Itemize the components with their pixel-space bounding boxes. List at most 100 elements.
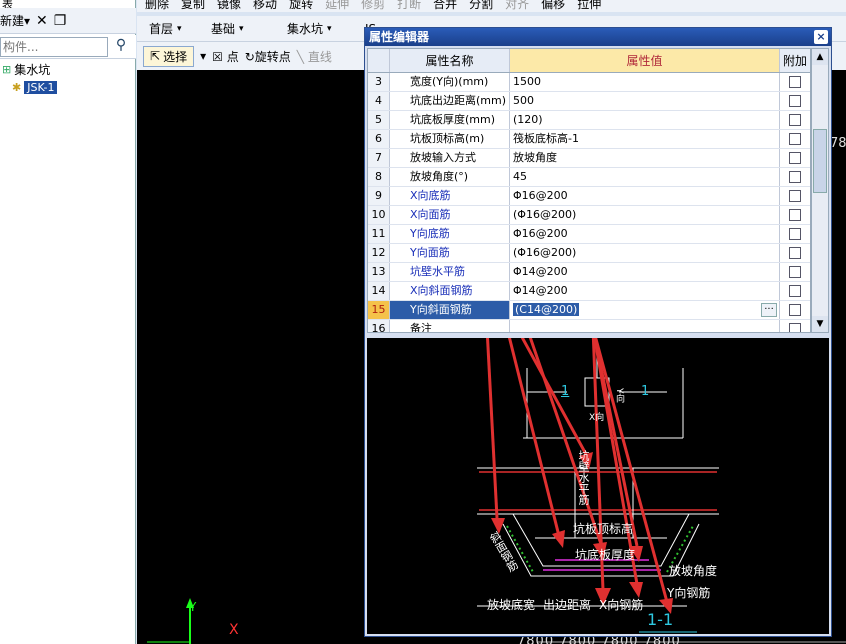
property-value[interactable]: (120) [510, 111, 780, 129]
rotate-point-button[interactable]: ↻旋转点 [245, 48, 291, 65]
attach-checkbox[interactable] [789, 304, 801, 316]
attach-checkbox[interactable] [789, 190, 801, 202]
property-editor-dialog: 属性编辑器 × 属性名称 属性值 附加 3 宽度(Y向)(mm) 1500 4 坑底出边… [364, 27, 832, 637]
point-button[interactable]: ☒ 点 [212, 48, 239, 65]
attach-checkbox[interactable] [789, 247, 801, 259]
table-row[interactable]: 5 坑底板厚度(mm) (120) [368, 111, 810, 130]
scroll-thumb[interactable] [813, 129, 827, 193]
attach-checkbox[interactable] [789, 171, 801, 183]
property-value[interactable] [510, 320, 780, 332]
toolbar-delete[interactable]: 删除 [145, 0, 169, 12]
grid-body: 3 宽度(Y向)(mm) 1500 4 坑底出边距离(mm) 500 5 坑底板厚度(mm)(… [368, 73, 810, 332]
table-row[interactable]: 14 X向斜面钢筋 Φ14@200 [368, 282, 810, 301]
property-name: 放坡角度(°) [390, 168, 510, 186]
table-row[interactable]: 7 放坡输入方式 放坡角度 [368, 149, 810, 168]
toolbar-split[interactable]: 分割 [469, 0, 493, 12]
close-icon[interactable]: × [814, 30, 828, 44]
table-row[interactable]: 13 坑壁水平筋 Φ14@200 [368, 263, 810, 282]
search-input[interactable]: 构件... [0, 37, 108, 57]
line-button[interactable]: ╲ 直线 [297, 48, 332, 65]
attach-checkbox[interactable] [789, 114, 801, 126]
property-grid: 属性名称 属性值 附加 3 宽度(Y向)(mm) 1500 4 坑底出边距离(mm) 50… [367, 48, 811, 333]
copy-icon[interactable]: ❐ [54, 13, 67, 29]
property-name: 放坡输入方式 [390, 149, 510, 167]
attach-checkbox[interactable] [789, 323, 801, 332]
grid-scrollbar[interactable]: ▲ ▼ [811, 48, 829, 333]
attach-checkbox[interactable] [789, 95, 801, 107]
label-wall-rebar: 坑壁水平筋 [577, 450, 590, 505]
tree-child-label: JSK-1 [24, 80, 58, 94]
attach-checkbox[interactable] [789, 76, 801, 88]
attach-checkbox[interactable] [789, 133, 801, 145]
toolbar-merge[interactable]: 合并 [433, 0, 457, 12]
header-name: 属性名称 [390, 49, 510, 72]
attach-checkbox[interactable] [789, 209, 801, 221]
toolbar-move[interactable]: 移动 [253, 0, 277, 12]
property-value[interactable]: (Φ16@200) [510, 206, 780, 224]
table-row[interactable]: 4 坑底出边距离(mm) 500 [368, 92, 810, 111]
ellipsis-button[interactable]: ··· [761, 303, 777, 317]
property-value[interactable]: (C14@200) ··· [510, 301, 780, 319]
property-value[interactable]: 筏板底标高-1 [510, 130, 780, 148]
property-name: Y向斜面钢筋 [390, 301, 510, 319]
toolbar-stretch[interactable]: 拉伸 [577, 0, 601, 12]
line-label: 直线 [307, 49, 332, 64]
table-row[interactable]: 11 Y向底筋 Φ16@200 [368, 225, 810, 244]
property-value[interactable]: 放坡角度 [510, 149, 780, 167]
tree-item-sump[interactable]: ⊞ 集水坑 [0, 60, 50, 78]
attach-checkbox[interactable] [789, 266, 801, 278]
toolbar-rotate[interactable]: 旋转 [289, 0, 313, 12]
table-row[interactable]: 16 备注 [368, 320, 810, 332]
select-dropdown[interactable]: ▾ [200, 49, 206, 63]
toolbar-copy[interactable]: 复制 [181, 0, 205, 12]
table-row[interactable]: 12 Y向面筋 (Φ16@200) [368, 244, 810, 263]
x-axis-label: X [229, 622, 239, 638]
scroll-down-icon[interactable]: ▼ [812, 316, 828, 332]
toolbar-mirror[interactable]: 镜像 [217, 0, 241, 12]
cursor-icon: ⇱ [150, 49, 161, 63]
type-select[interactable]: 集水坑 ▾ [283, 19, 355, 39]
property-value[interactable]: Φ16@200 [510, 187, 780, 205]
property-value[interactable]: Φ14@200 [510, 263, 780, 281]
table-row[interactable]: 9 X向底筋 Φ16@200 [368, 187, 810, 206]
category-select[interactable]: 基础 ▾ [207, 19, 277, 39]
property-value[interactable]: (Φ16@200) [510, 244, 780, 262]
new-component-button[interactable]: 新建▾ [0, 12, 30, 29]
attach-checkbox[interactable] [789, 228, 801, 240]
toolbar-align[interactable]: 对齐 [505, 0, 529, 12]
toolbar-extend[interactable]: 延伸 [325, 0, 349, 12]
floor-select[interactable]: 首层 ▾ [145, 19, 201, 39]
table-row[interactable]: 8 放坡角度(°) 45 [368, 168, 810, 187]
property-value[interactable]: 500 [510, 92, 780, 110]
toolbar-trim[interactable]: 修剪 [361, 0, 385, 12]
delete-icon[interactable]: ✕ [36, 13, 48, 29]
property-value[interactable]: 1500 [510, 73, 780, 91]
table-row[interactable]: 6 坑板顶标高(m) 筏板底标高-1 [368, 130, 810, 149]
attach-checkbox[interactable] [789, 152, 801, 164]
property-value[interactable]: 45 [510, 168, 780, 186]
property-value[interactable]: Φ16@200 [510, 225, 780, 243]
scroll-up-icon[interactable]: ▲ [812, 49, 828, 65]
label-one-right: 1 [641, 384, 650, 399]
table-row[interactable]: 3 宽度(Y向)(mm) 1500 [368, 73, 810, 92]
tree-item-jsk-1[interactable]: ✱ JSK-1 [12, 78, 58, 96]
attach-cell [780, 111, 810, 129]
dialog-title[interactable]: 属性编辑器 [365, 28, 831, 46]
toolbar-offset[interactable]: 偏移 [541, 0, 565, 12]
edit-toolbar: 删除 复制 镜像 移动 旋转 延伸 修剪 打断 合并 分割 对齐 偏移 拉伸 [137, 0, 846, 12]
property-value[interactable]: Φ14@200 [510, 282, 780, 300]
search-icon[interactable]: ⚲ [110, 37, 132, 57]
table-row[interactable]: 10 X向面筋 (Φ16@200) [368, 206, 810, 225]
new-label: 新建 [0, 14, 25, 28]
property-value-edit[interactable]: (C14@200) [513, 303, 580, 316]
table-row[interactable]: 15 Y向斜面钢筋 (C14@200) ··· [368, 301, 810, 320]
component-panel: 表 新建▾ ✕ ❐ 构件... ⚲ ⊞ 集水坑 ✱ JSK-1 [0, 0, 136, 644]
toolbar-break[interactable]: 打断 [397, 0, 421, 12]
panel-tab[interactable]: 表 [0, 0, 136, 11]
attach-checkbox[interactable] [789, 285, 801, 297]
grid-header: 属性名称 属性值 附加 [368, 49, 810, 73]
label-section: 1-1 [647, 610, 674, 629]
label-one-left: 1 [561, 384, 570, 399]
attach-cell [780, 244, 810, 262]
select-button[interactable]: ⇱ 选择 [143, 45, 195, 67]
